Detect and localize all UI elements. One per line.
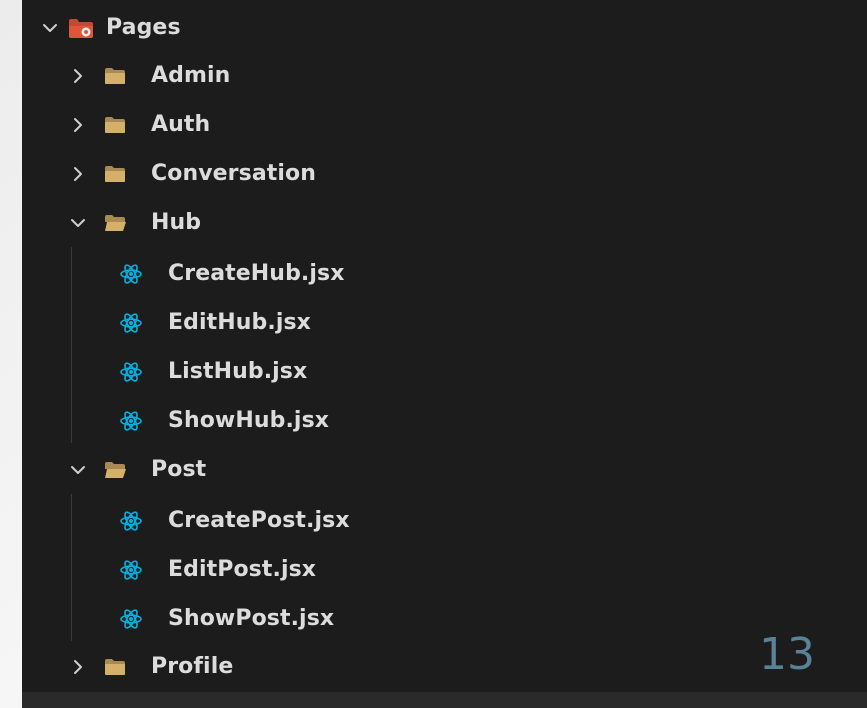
- tree-item-admin[interactable]: Admin: [22, 52, 867, 100]
- tree-item-label: Profile: [151, 654, 234, 679]
- react-icon: [120, 560, 142, 580]
- folder-icon: [105, 117, 125, 133]
- tree-item-label: Post: [151, 457, 207, 482]
- chevron-down-icon[interactable]: [66, 211, 90, 235]
- tree-item-listhub-file[interactable]: ListHub.jsx: [22, 348, 867, 396]
- tree-item-showpost-file[interactable]: ShowPost.jsx: [22, 595, 867, 643]
- react-icon: [120, 411, 142, 431]
- tree-item-label: ListHub.jsx: [168, 359, 308, 384]
- tree-item-profile[interactable]: Profile: [22, 643, 867, 691]
- tree-item-label: EditPost.jsx: [168, 557, 317, 582]
- tree-item-createhub-file[interactable]: CreateHub.jsx: [22, 250, 867, 298]
- tree-item-label: EditHub.jsx: [168, 310, 311, 335]
- tree-item-label: Conversation: [151, 161, 317, 186]
- chevron-right-icon[interactable]: [66, 655, 90, 679]
- react-icon: [120, 264, 142, 284]
- next-row-partial: [22, 692, 867, 708]
- react-icon: [120, 511, 142, 531]
- chevron-right-icon[interactable]: [66, 162, 90, 186]
- tree-item-label: Hub: [151, 210, 202, 235]
- tree-item-label: Pages: [106, 15, 181, 40]
- folder-open-icon: [105, 215, 126, 231]
- folder-open-icon: [105, 462, 126, 478]
- react-icon: [120, 362, 142, 382]
- folder-icon: [105, 68, 125, 84]
- chevron-down-icon[interactable]: [66, 458, 90, 482]
- tree-item-label: CreatePost.jsx: [168, 508, 350, 533]
- tree-item-pages[interactable]: Pages: [22, 4, 867, 52]
- tree-item-edithub-file[interactable]: EditHub.jsx: [22, 299, 867, 347]
- tree-item-post[interactable]: Post: [22, 446, 867, 494]
- folder-icon: [105, 659, 125, 675]
- tree-item-label: ShowHub.jsx: [168, 408, 330, 433]
- chevron-down-icon[interactable]: [38, 16, 62, 40]
- tree-item-conversation[interactable]: Conversation: [22, 150, 867, 198]
- file-explorer-panel: Pages Admin Auth Conversation Hub Create…: [22, 0, 867, 708]
- tree-item-label: Admin: [151, 63, 231, 88]
- chevron-right-icon[interactable]: [66, 64, 90, 88]
- tree-item-auth[interactable]: Auth: [22, 101, 867, 149]
- pages-folder-icon: [69, 19, 93, 38]
- folder-icon: [105, 166, 125, 182]
- tree-item-label: Auth: [151, 112, 211, 137]
- react-icon: [120, 313, 142, 333]
- tree-item-editpost-file[interactable]: EditPost.jsx: [22, 546, 867, 594]
- tree-item-showhub-file[interactable]: ShowHub.jsx: [22, 397, 867, 445]
- chevron-right-icon[interactable]: [66, 113, 90, 137]
- react-icon: [120, 609, 142, 629]
- tree-item-hub[interactable]: Hub: [22, 199, 867, 247]
- tree-item-createpost-file[interactable]: CreatePost.jsx: [22, 497, 867, 545]
- tree-item-label: ShowPost.jsx: [168, 606, 335, 631]
- tree-item-label: CreateHub.jsx: [168, 261, 345, 286]
- slide-page-number: 13: [759, 629, 815, 680]
